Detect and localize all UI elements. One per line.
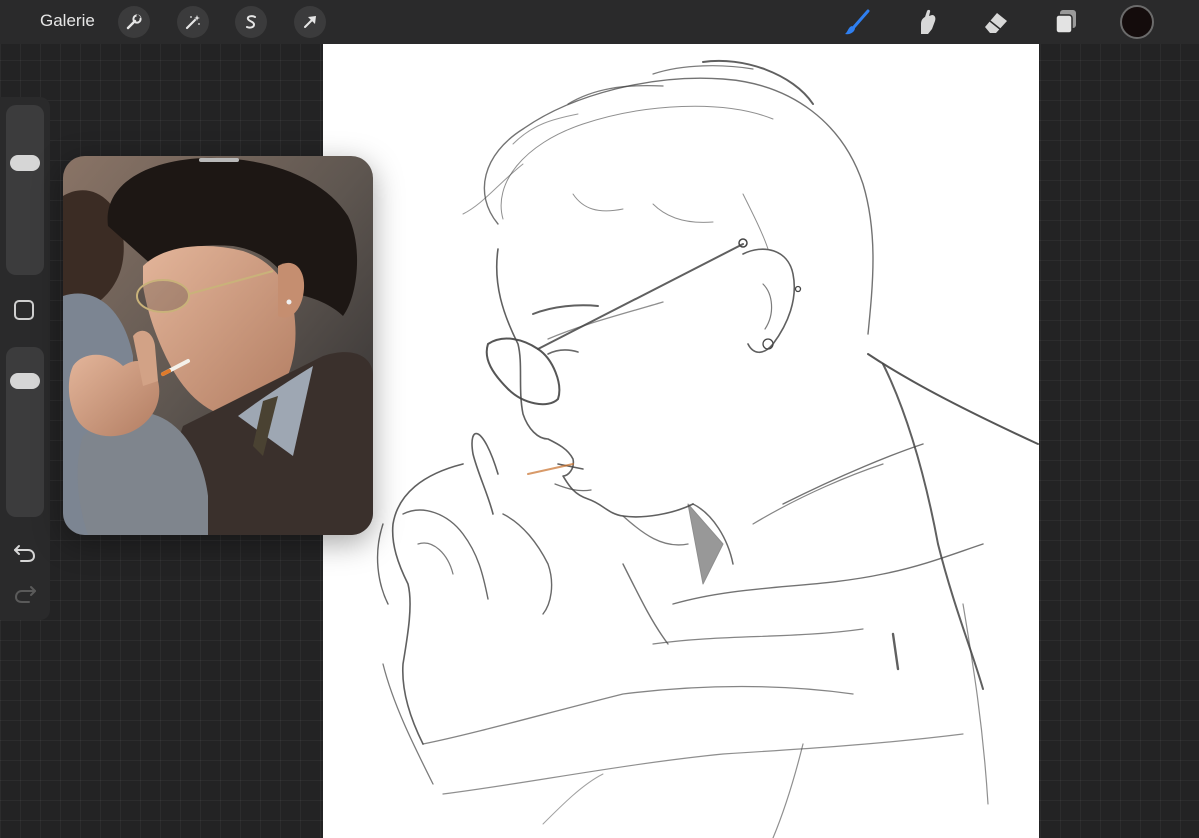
color-picker-button[interactable] — [1120, 5, 1154, 39]
smudge-tool-button[interactable] — [909, 5, 943, 39]
magic-wand-icon — [185, 15, 200, 30]
eraser-tool-button[interactable] — [979, 5, 1013, 39]
redo-icon[interactable] — [13, 584, 37, 604]
arrow-cursor-icon — [304, 16, 316, 28]
actions-button[interactable] — [118, 6, 150, 38]
layers-icon — [1055, 10, 1076, 34]
reference-drag-handle[interactable] — [199, 158, 239, 162]
brush-size-thumb[interactable] — [10, 155, 40, 171]
brush-tool-button[interactable] — [840, 5, 874, 39]
reference-photo — [63, 156, 373, 535]
eraser-icon — [985, 13, 1007, 33]
left-sidebar — [0, 97, 50, 620]
adjustments-button[interactable] — [177, 6, 209, 38]
undo-icon[interactable] — [13, 543, 37, 563]
reference-window[interactable] — [63, 156, 373, 535]
brush-icon — [845, 9, 870, 35]
transform-button[interactable] — [294, 6, 326, 38]
layers-tool-button[interactable] — [1049, 5, 1083, 39]
gallery-button[interactable]: Galerie — [40, 11, 95, 31]
wrench-icon — [126, 14, 142, 30]
top-toolbar: Galerie — [0, 0, 1199, 44]
modify-square-icon[interactable] — [14, 300, 34, 320]
selection-s-icon — [246, 15, 256, 29]
brush-size-slider[interactable] — [6, 105, 44, 275]
selection-button[interactable] — [235, 6, 267, 38]
brush-opacity-thumb[interactable] — [10, 373, 40, 389]
brush-opacity-slider[interactable] — [6, 347, 44, 517]
drawing-canvas[interactable] — [323, 44, 1039, 838]
smudge-finger-icon — [921, 9, 936, 34]
pencil-sketch — [376, 59, 1039, 838]
